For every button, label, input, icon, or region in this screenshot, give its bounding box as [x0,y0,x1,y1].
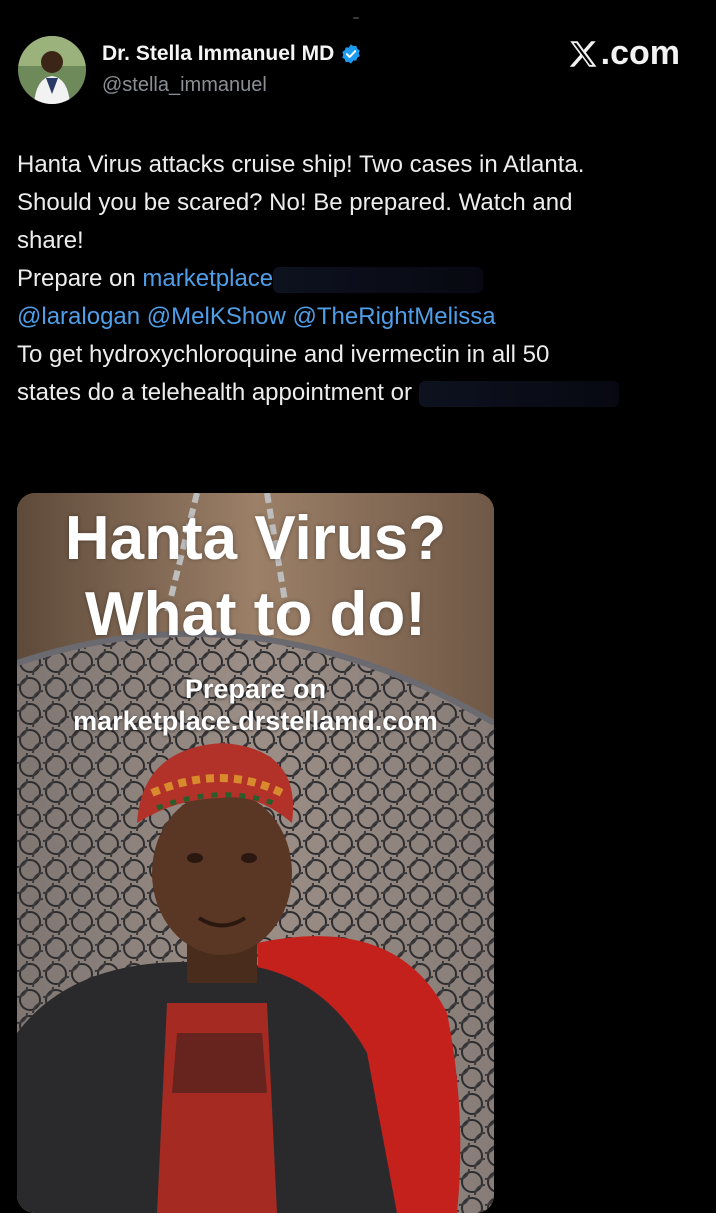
redacted-link [418,380,619,407]
brand-watermark: .com [566,34,680,73]
tweet-line: Hanta Virus attacks cruise ship! Two cas… [17,151,585,178]
mention-link[interactable]: @TheRightMelissa [293,303,496,330]
author-name[interactable]: Dr. Stella Immanuel MD [102,42,334,66]
x-logo-icon [569,40,597,67]
tweet-line: Prepare on marketplace [17,260,707,298]
video-card[interactable]: Hanta Virus? What to do! Prepare on mark… [17,493,494,1213]
video-subtitle-line: Prepare on [184,674,327,704]
author-handle[interactable]: @stella_immanuel [102,74,267,97]
video-title-line: Hanta Virus? [64,504,447,573]
tweet-text: Hanta Virus attacks cruise ship! Two cas… [17,146,707,412]
video-title-line: What to do! [85,580,426,649]
profile-photo [18,36,86,104]
mention-link[interactable]: @MelKShow [147,303,286,330]
tweet-line: @laralogan @MelKShow @TheRightMelissa [17,298,707,336]
marketplace-link[interactable]: marketplace [142,265,273,292]
tweet-line: states do a telehealth appointment or [17,374,707,412]
video-subtitle-line: marketplace.drstellamd.com [73,706,438,736]
redacted-link [273,266,484,293]
status-indicator [353,17,359,19]
tweet-line: share! [17,227,84,254]
mention-link[interactable]: @laralogan [17,303,140,330]
tweet-line: Should you be scared? No! Be prepared. W… [17,189,573,216]
prepare-text: Prepare on [17,265,143,292]
author-name-row[interactable]: Dr. Stella Immanuel MD [102,42,362,66]
verified-badge-icon [342,44,360,64]
avatar[interactable] [18,36,86,104]
telehealth-text: states do a telehealth appointment or [17,379,412,406]
tweet-line: To get hydroxychloroquine and ivermectin… [17,341,550,368]
brand-label: .com [600,34,680,72]
